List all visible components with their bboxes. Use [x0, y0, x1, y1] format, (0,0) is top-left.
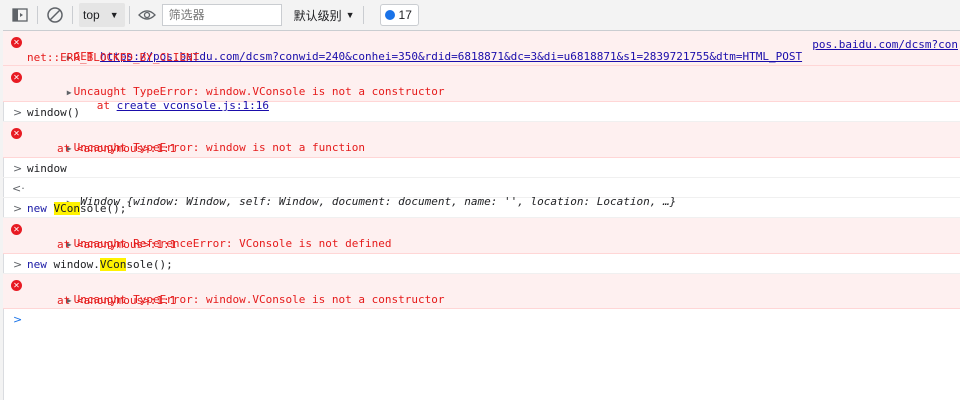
toolbar-separator	[128, 6, 130, 24]
error-icon: ✕	[11, 128, 23, 140]
console-input-row: > new VConsole();	[3, 198, 960, 218]
console-input-text: window	[27, 162, 67, 175]
console-input-text: sole();	[126, 258, 173, 271]
request-error-text: net::ERR_BLOCKED_BY_CLIENT	[27, 51, 200, 64]
toolbar-separator	[37, 6, 38, 24]
log-levels-dropdown[interactable]: 默认级别 ▼	[294, 7, 355, 24]
console-prompt[interactable]: >	[3, 309, 960, 331]
search-highlight: VCon	[99, 258, 127, 271]
input-chevron-icon: >	[13, 106, 23, 119]
search-highlight: VCon	[53, 202, 80, 215]
console-toolbar: top ▼ 默认级别 ▼ 17	[3, 0, 960, 31]
output-chevron-icon: <·	[12, 182, 25, 195]
console-input-row: > new window.VConsole();	[3, 254, 960, 274]
keyword-new: new	[27, 202, 47, 215]
stack-frame: at <anonymous>:1:1	[57, 294, 177, 307]
input-chevron-icon: >	[13, 258, 23, 271]
filter-input[interactable]	[161, 4, 282, 26]
console-message-error: ✕ ▶ GET https://pos.baidu.com/dcsm?conwid…	[3, 31, 960, 66]
log-levels-label: 默认级别	[293, 8, 342, 23]
console-output-row: <· ▶ Window {window: Window, self: Windo…	[3, 178, 960, 208]
context-select-value: top	[83, 8, 100, 22]
chevron-down-icon: ▼	[345, 10, 355, 20]
message-source-link[interactable]: pos.baidu.com/dcsm?con	[812, 38, 958, 51]
stack-frame: at <anonymous>:1:1	[57, 238, 177, 251]
error-icon: ✕	[11, 224, 23, 236]
error-icon: ✕	[11, 72, 23, 84]
error-icon: ✕	[11, 280, 23, 292]
keyword-new: new	[27, 258, 47, 271]
console-input-row: > window()	[3, 102, 960, 122]
console-input-text: sole();	[80, 202, 127, 215]
message-count-badge[interactable]: 17	[379, 4, 419, 26]
stack-frame: at <anonymous>:1:1	[57, 142, 177, 155]
toolbar-separator	[362, 6, 364, 24]
toolbar-separator	[72, 6, 73, 24]
sidebar-icon[interactable]	[7, 2, 33, 28]
console-message-error: ✕ ▶ Uncaught TypeError: window.VConsole i…	[3, 66, 960, 112]
console-message-error: ✕ ▶ Uncaught TypeError: window is not a f…	[3, 122, 960, 158]
prompt-chevron-icon: >	[13, 313, 23, 326]
request-url-link[interactable]: https://pos.baidu.com/dcsm?conwid=240&co…	[100, 50, 802, 63]
message-count: 17	[398, 8, 412, 22]
eye-icon[interactable]	[134, 2, 160, 28]
input-chevron-icon: >	[13, 202, 23, 215]
console-input-text: window.	[53, 258, 100, 271]
console-input-text: window()	[27, 106, 80, 119]
console-message-error: ✕ ▶ Uncaught ReferenceError: VConsole is …	[3, 218, 960, 254]
clear-console-icon[interactable]	[42, 2, 68, 28]
console-message-error: ✕ ▶ Uncaught TypeError: window.VConsole i…	[3, 274, 960, 309]
message-icon	[384, 10, 395, 20]
input-chevron-icon: >	[13, 162, 23, 175]
error-icon: ✕	[11, 37, 23, 49]
chevron-down-icon: ▼	[109, 10, 119, 20]
context-select[interactable]: top ▼	[79, 3, 125, 27]
console-input-row: > window	[3, 158, 960, 178]
